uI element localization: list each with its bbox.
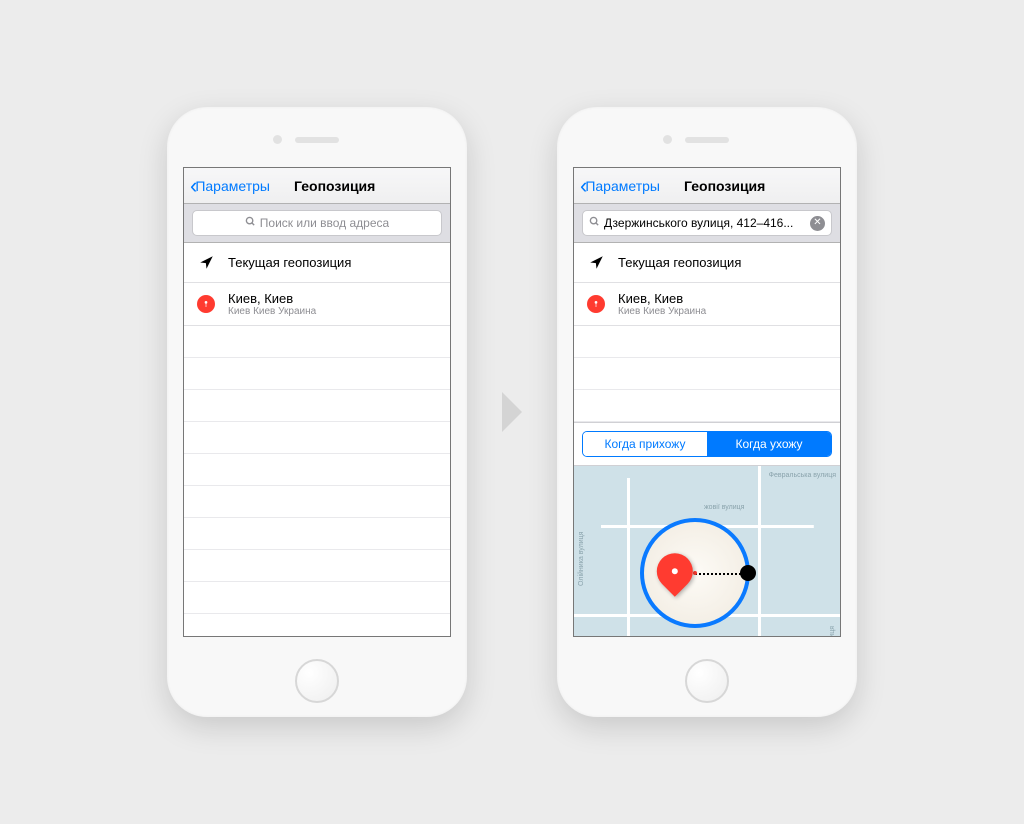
phone-mockup-left: ‹ Параметры Геопозиция Поиск или ввод ад… [167,107,467,717]
phone-camera-dot [273,135,282,144]
back-button[interactable]: ‹ Параметры [190,175,270,197]
screen-left: ‹ Параметры Геопозиция Поиск или ввод ад… [183,167,451,637]
nav-bar: ‹ Параметры Геопозиция [184,168,450,204]
phone-speaker [685,137,729,143]
location-list: Текущая геопозиция Киев, Киев Киев Киев … [184,243,450,326]
center-dot [693,571,697,575]
home-button[interactable] [685,659,729,703]
location-arrow-icon [586,255,606,270]
row-saved-location[interactable]: Киев, Киев Киев Киев Украина [574,283,840,326]
pin-icon [586,295,606,313]
search-input[interactable]: Поиск или ввод адреса [192,210,442,236]
search-value: Дзержинського вулиця, 412–416... [604,216,793,230]
back-label: Параметры [195,178,270,194]
street-label: Февральська вулиця [769,472,836,479]
row-label: Текущая геопозиция [618,255,741,270]
row-label: Текущая геопозиция [228,255,351,270]
radius-handle[interactable] [740,565,756,581]
phone-camera-dot [663,135,672,144]
empty-rows [574,326,840,422]
home-button[interactable] [295,659,339,703]
empty-rows [184,326,450,637]
row-current-location[interactable]: Текущая геопозиция [184,243,450,283]
flow-arrow-icon [497,387,527,437]
screen-right: ‹ Параметры Геопозиция Дзержинського вул… [573,167,841,637]
search-input[interactable]: Дзержинського вулиця, 412–416... ✕ [582,210,832,236]
clear-icon[interactable]: ✕ [810,216,825,231]
row-current-location[interactable]: Текущая геопозиция [574,243,840,283]
nav-bar: ‹ Параметры Геопозиция [574,168,840,204]
search-placeholder: Поиск или ввод адреса [260,216,389,230]
segment-leave[interactable]: Когда ухожу [707,432,831,456]
row-label: Киев, Киев [618,291,706,306]
back-button[interactable]: ‹ Параметры [580,175,660,197]
phone-speaker [295,137,339,143]
street-label: Кулібіна вулиця [829,626,836,637]
segment-arrive[interactable]: Когда прихожу [583,432,707,456]
search-bar-wrap: Поиск или ввод адреса [184,204,450,243]
back-label: Параметры [585,178,660,194]
street-label: Олійника вулиця [578,532,585,586]
search-icon [589,216,600,230]
segmented-control: Когда прихожу Когда ухожу [574,422,840,466]
pin-icon [196,295,216,313]
row-label: Киев, Киев [228,291,316,306]
location-arrow-icon [196,255,216,270]
row-sublabel: Киев Киев Украина [618,306,706,317]
row-sublabel: Киев Киев Украина [228,306,316,317]
phone-mockup-right: ‹ Параметры Геопозиция Дзержинського вул… [557,107,857,717]
search-bar-wrap: Дзержинського вулиця, 412–416... ✕ [574,204,840,243]
map-view[interactable]: Февральська вулиця жовії вулиця Олійника… [574,466,840,637]
location-list: Текущая геопозиция Киев, Киев Киев Киев … [574,243,840,326]
row-saved-location[interactable]: Киев, Киев Киев Киев Украина [184,283,450,326]
search-icon [245,216,256,230]
street-label: жовії вулиця [704,504,744,511]
